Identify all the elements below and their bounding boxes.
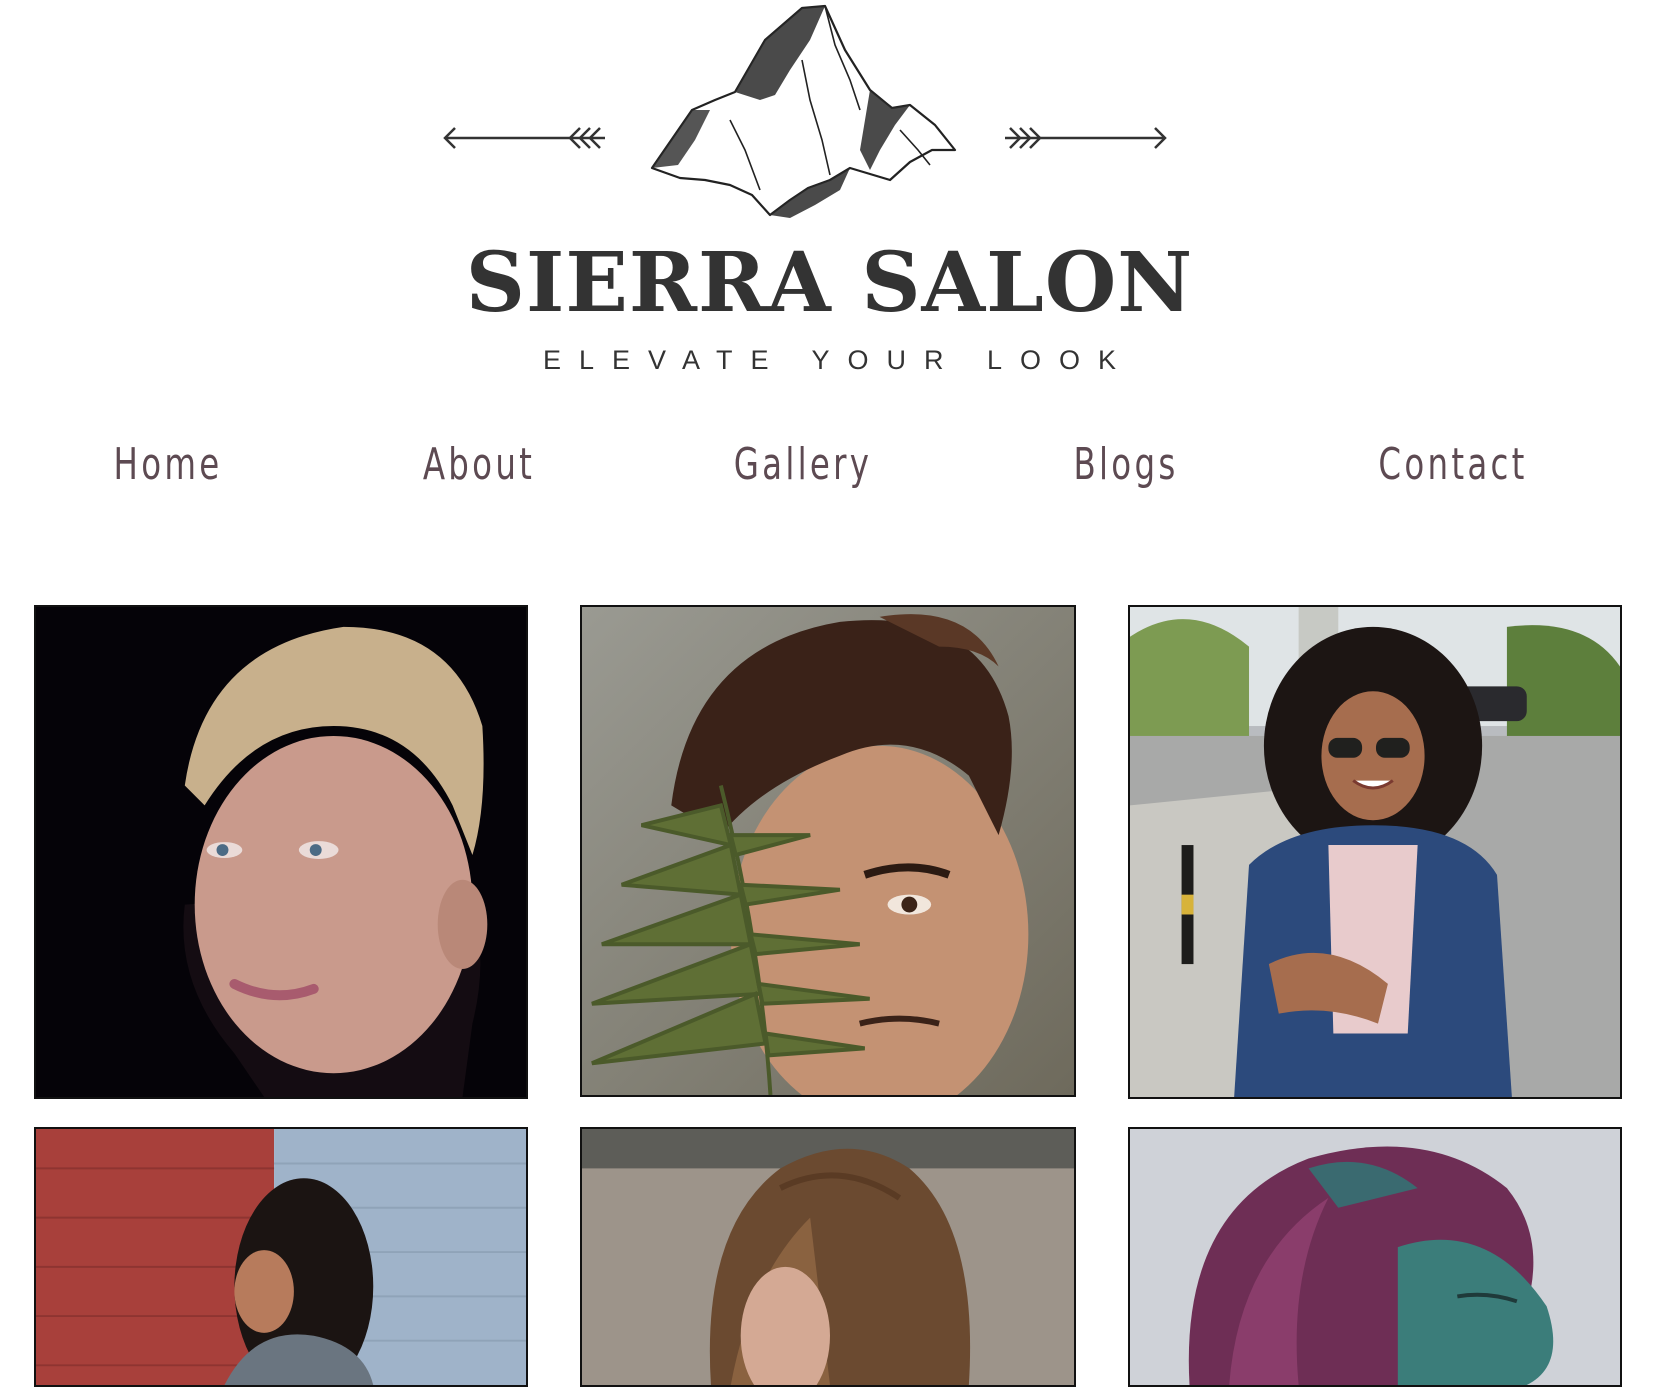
gallery-grid: [0, 0, 1659, 1387]
gallery-photo-purple-hair[interactable]: [1128, 1127, 1622, 1387]
gallery-photo-brick-wall[interactable]: [34, 1127, 528, 1387]
gallery-photo-fern-portrait[interactable]: [580, 605, 1076, 1097]
gallery-photo-street-curls[interactable]: [1128, 605, 1622, 1099]
gallery-photo-pixie-cut[interactable]: [34, 605, 528, 1099]
gallery-photo-long-brown-hair[interactable]: [580, 1127, 1076, 1387]
